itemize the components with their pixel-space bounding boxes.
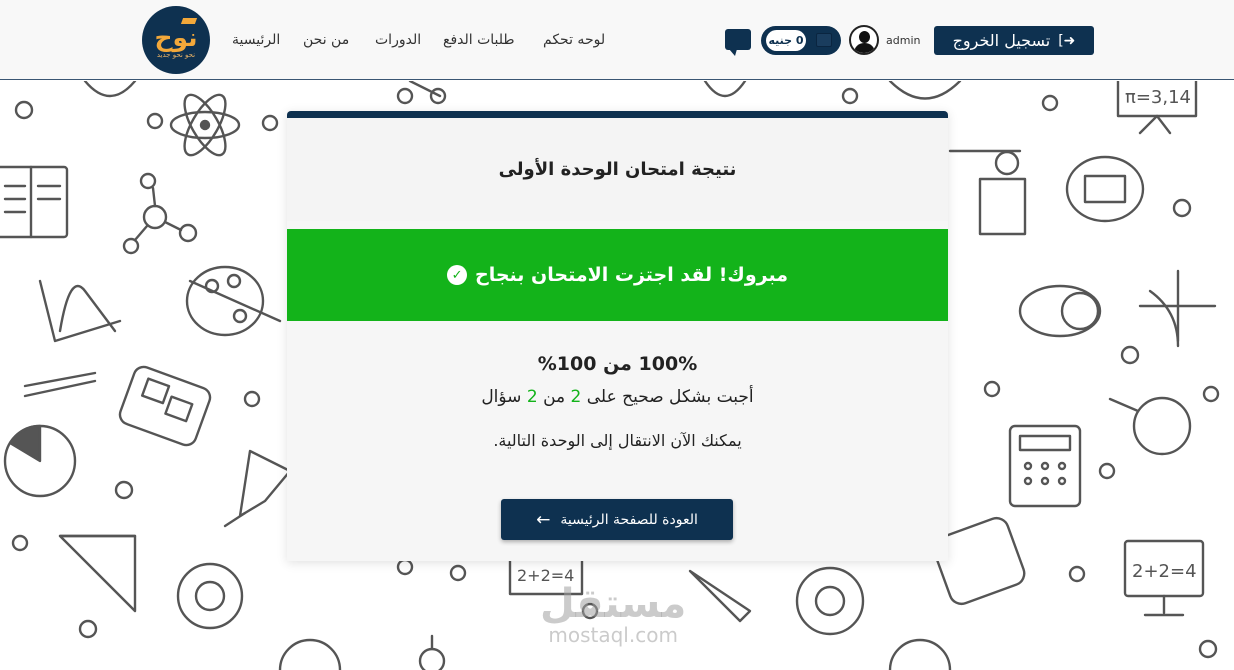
- success-banner: مبروك! لقد اجتزت الامتحان بنجاح ✓: [287, 229, 948, 321]
- card-header: نتيجة امتحان الوحدة الأولى: [287, 118, 948, 221]
- score-text: 100% من 100%: [537, 353, 698, 375]
- total-count: 2: [526, 387, 538, 407]
- logout-label: تسجيل الخروج: [952, 31, 1051, 50]
- arrow-left-icon: ←: [536, 509, 551, 530]
- success-message: مبروك! لقد اجتزت الامتحان بنجاح: [475, 264, 788, 286]
- graduation-cap-icon: [180, 18, 198, 24]
- next-unit-message: يمكنك الآن الانتقال إلى الوحدة التالية.: [493, 431, 742, 450]
- card-top-stripe: [287, 111, 948, 118]
- answered-summary: أجبت بشكل صحيح على 2 من 2 سؤال: [287, 387, 948, 407]
- svg-text:π=3,14: π=3,14: [1125, 87, 1191, 108]
- logo-word: نوح: [154, 22, 198, 52]
- watermark-arabic: مستقل: [540, 581, 687, 627]
- logo-tagline: نحو نحو جديد: [156, 50, 196, 59]
- wallet-icon: [816, 33, 832, 47]
- correct-count: 2: [570, 387, 582, 407]
- wallet-balance[interactable]: 0 جنيه: [761, 26, 841, 55]
- nav-courses[interactable]: الدورات: [375, 32, 421, 48]
- watermark: مستقل mostaql.com: [540, 584, 686, 646]
- username: admin: [886, 34, 921, 47]
- answered-suffix: سؤال: [481, 387, 522, 407]
- card-title: نتيجة امتحان الوحدة الأولى: [498, 159, 737, 180]
- check-circle-icon: ✓: [447, 265, 468, 285]
- nav-home[interactable]: الرئيسية: [232, 32, 280, 48]
- nav-about[interactable]: من نحن: [303, 32, 349, 48]
- back-to-home-button[interactable]: العودة للصفحة الرئيسية ←: [501, 499, 733, 540]
- user-avatar-icon[interactable]: [849, 25, 879, 55]
- sign-out-icon: ➜]: [1058, 32, 1076, 49]
- watermark-domain: mostaql.com: [548, 623, 678, 647]
- answered-middle: من: [543, 387, 566, 407]
- exam-result-card: نتيجة امتحان الوحدة الأولى مبروك! لقد اج…: [287, 111, 948, 561]
- nav-dashboard[interactable]: لوحه تحكم: [543, 32, 605, 48]
- card-body: 100% من 100% أجبت بشكل صحيح على 2 من 2 س…: [287, 321, 948, 561]
- answered-prefix: أجبت بشكل صحيح على: [586, 387, 754, 407]
- wallet-amount: 0 جنيه: [766, 30, 806, 51]
- top-navbar: نوح نحو نحو جديد الرئيسية من نحن الدورات…: [0, 0, 1234, 80]
- logout-button[interactable]: ➜] تسجيل الخروج: [934, 26, 1094, 55]
- home-button-label: العودة للصفحة الرئيسية: [560, 511, 698, 528]
- nav-payment-requests[interactable]: طلبات الدفع: [443, 32, 515, 48]
- svg-text:2+2=4: 2+2=4: [1132, 561, 1197, 582]
- chat-bubble-icon[interactable]: [725, 29, 751, 56]
- site-logo[interactable]: نوح نحو نحو جديد: [142, 6, 210, 74]
